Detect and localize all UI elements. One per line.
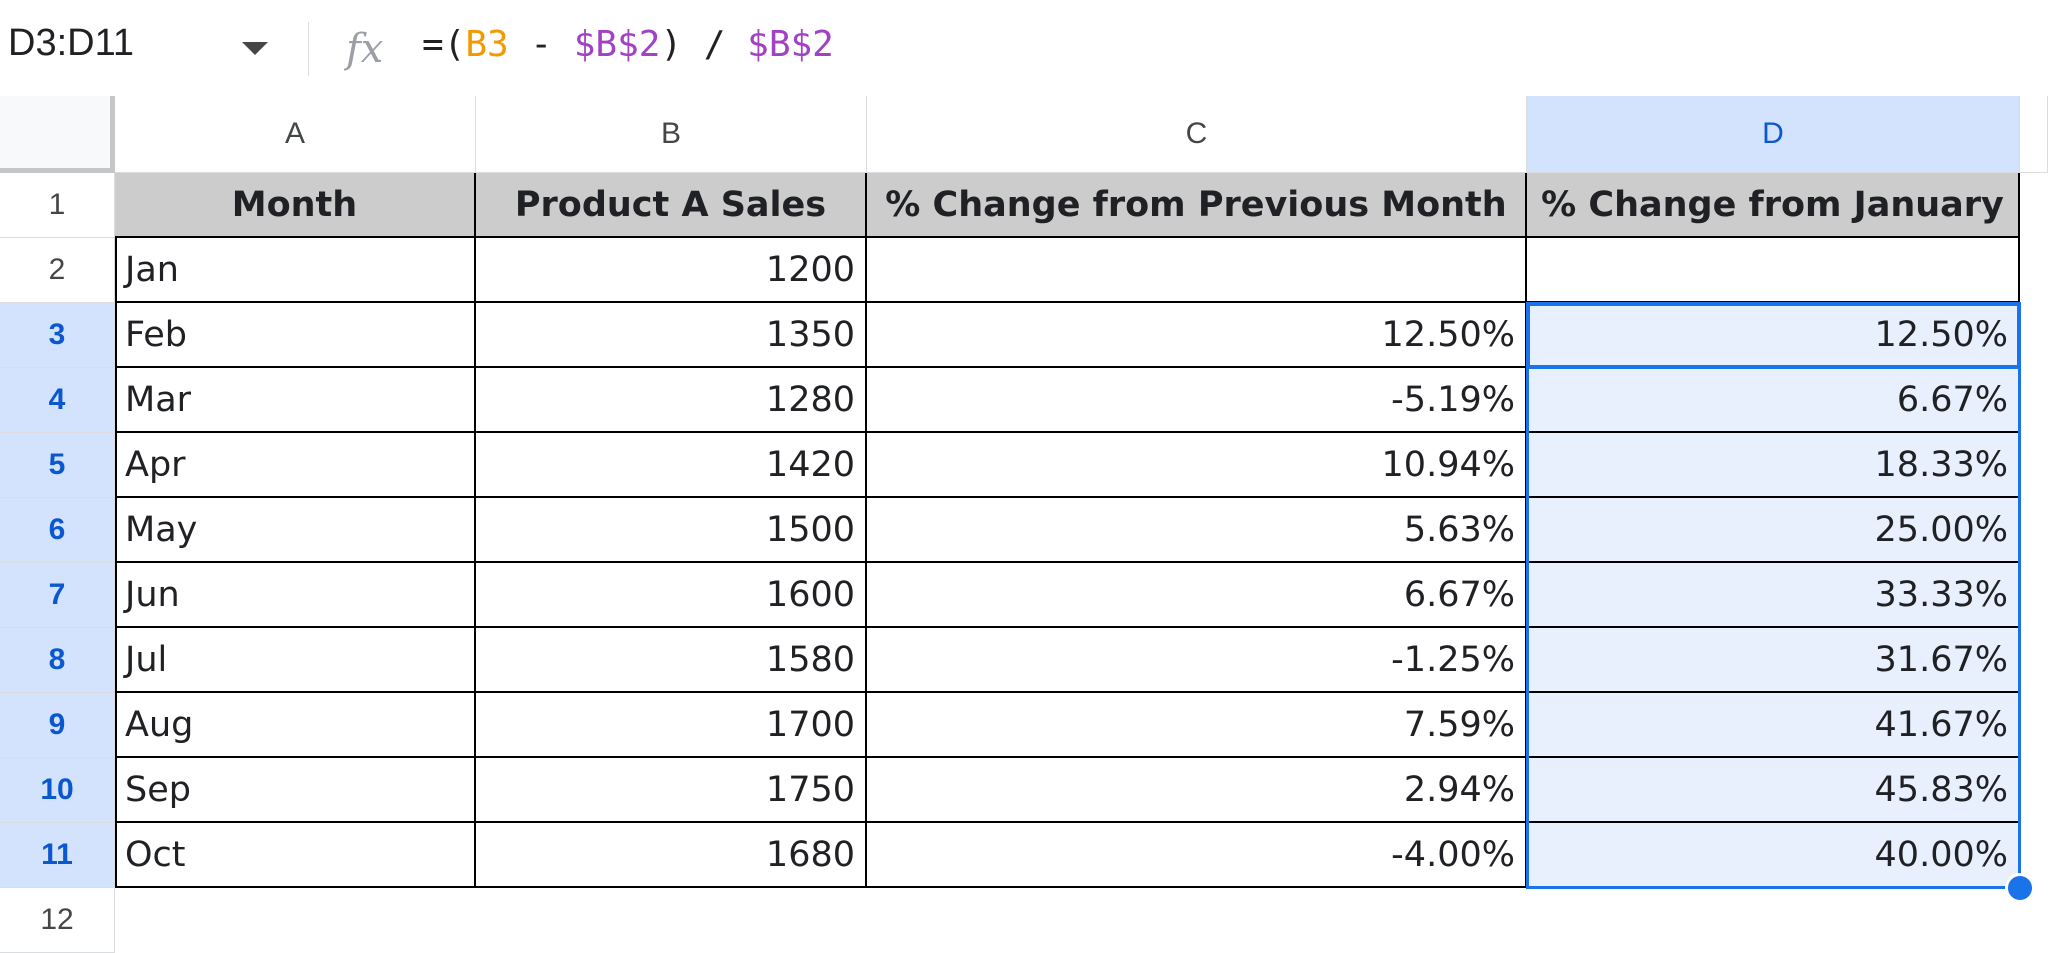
cell-change-prev-month[interactable]: 10.94% [867, 433, 1527, 498]
cell-sales[interactable]: 1750 [476, 758, 867, 823]
formula-bar: D3:D11 fx =(B3 - $B$2) / $B$2 [0, 0, 2048, 97]
header-cell-change-prev-month[interactable]: % Change from Previous Month [867, 173, 1527, 238]
header-cell-month[interactable]: Month [115, 173, 476, 238]
header-cell-sales[interactable]: Product A Sales [476, 173, 867, 238]
row-header-10[interactable]: 10 [0, 758, 115, 823]
formula-input[interactable]: =(B3 - $B$2) / $B$2 [422, 24, 834, 65]
cell-change-prev-month[interactable]: -4.00% [867, 823, 1527, 888]
fill-handle[interactable] [2005, 873, 2035, 903]
cell-month[interactable]: Apr [115, 433, 476, 498]
row-header-4[interactable]: 4 [0, 368, 115, 433]
active-cell-outline [1526, 302, 2021, 369]
cell-sales[interactable]: 1600 [476, 563, 867, 628]
cell-sales[interactable]: 1500 [476, 498, 867, 563]
row-header-9[interactable]: 9 [0, 693, 115, 758]
formula-part: - [508, 24, 574, 65]
cell-sales[interactable]: 1280 [476, 368, 867, 433]
cell-change-prev-month[interactable]: 5.63% [867, 498, 1527, 563]
cell-month[interactable]: Mar [115, 368, 476, 433]
cell-sales[interactable]: 1420 [476, 433, 867, 498]
function-fx-icon: fx [344, 26, 383, 72]
cell-month[interactable]: Sep [115, 758, 476, 823]
column-header-c[interactable]: C [867, 96, 1527, 173]
cell-sales[interactable]: 1680 [476, 823, 867, 888]
cell-month[interactable]: Aug [115, 693, 476, 758]
column-header-a[interactable]: A [115, 96, 476, 173]
row-header-6[interactable]: 6 [0, 498, 115, 563]
spreadsheet-grid[interactable]: A B C D 1 2 3 4 5 6 7 8 9 10 11 12 Month Product A Sales%… [0, 96, 2048, 953]
column-header-e[interactable] [2020, 96, 2048, 173]
cell-sales[interactable]: 1200 [476, 238, 867, 303]
cell-change-prev-month[interactable]: -1.25% [867, 628, 1527, 693]
formula-part: ) / [660, 24, 748, 65]
row-header-7[interactable]: 7 [0, 563, 115, 628]
cell-change-from-january[interactable] [1527, 238, 2020, 303]
formula-part: =( [422, 24, 466, 65]
column-header-d[interactable]: D [1527, 96, 2020, 173]
row-header-3[interactable]: 3 [0, 303, 115, 368]
cell-sales[interactable]: 1350 [476, 303, 867, 368]
row-header-1[interactable]: 1 [0, 173, 115, 238]
cell-month[interactable]: Oct [115, 823, 476, 888]
formula-ref-b2: $B$2 [573, 24, 661, 65]
cell-change-prev-month[interactable] [867, 238, 1527, 303]
chevron-down-icon[interactable] [242, 42, 268, 55]
formula-ref-b3: B3 [465, 24, 509, 65]
header-cell-change-from-january[interactable]: % Change from January [1527, 173, 2020, 238]
cell-month[interactable]: Feb [115, 303, 476, 368]
cell-change-prev-month[interactable]: -5.19% [867, 368, 1527, 433]
row-header-2[interactable]: 2 [0, 238, 115, 303]
column-header-b[interactable]: B [476, 96, 867, 173]
cell-sales[interactable]: 1700 [476, 693, 867, 758]
cell-month[interactable]: Jul [115, 628, 476, 693]
cell-month[interactable]: Jan [115, 238, 476, 303]
cell-change-prev-month[interactable]: 7.59% [867, 693, 1527, 758]
cell-month[interactable]: Jun [115, 563, 476, 628]
cell-change-prev-month[interactable]: 2.94% [867, 758, 1527, 823]
cell-sales[interactable]: 1580 [476, 628, 867, 693]
cell-change-prev-month[interactable]: 12.50% [867, 303, 1527, 368]
row-header-5[interactable]: 5 [0, 433, 115, 498]
select-all-corner[interactable] [0, 96, 115, 173]
name-box-value[interactable]: D3:D11 [8, 22, 134, 65]
formula-ref-b2: $B$2 [747, 24, 834, 65]
divider [308, 22, 309, 76]
row-header-11[interactable]: 11 [0, 823, 115, 888]
cell-change-prev-month[interactable]: 6.67% [867, 563, 1527, 628]
row-header-8[interactable]: 8 [0, 628, 115, 693]
cell-month[interactable]: May [115, 498, 476, 563]
selection-range-outline [1526, 302, 2021, 889]
svg-text:fx: fx [344, 26, 383, 72]
name-box[interactable]: D3:D11 [0, 0, 300, 96]
